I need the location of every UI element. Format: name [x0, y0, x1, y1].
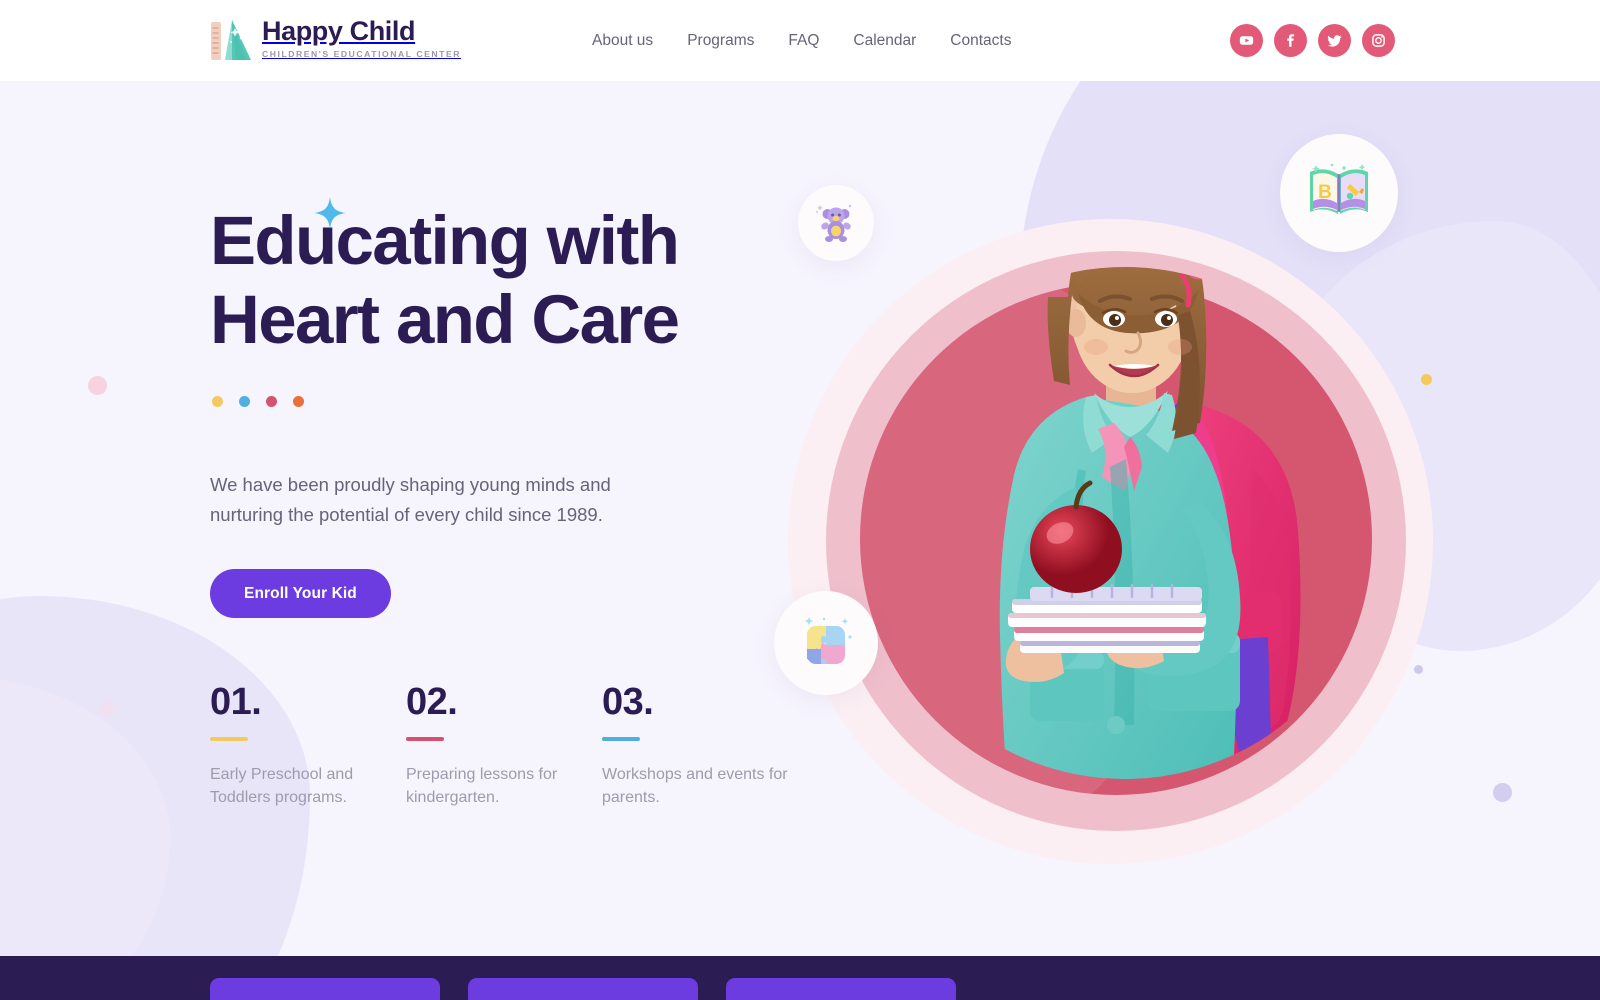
slider-dot-1[interactable] [212, 396, 223, 407]
slider-dots [210, 396, 830, 407]
feature-text: Preparing lessons for kindergarten. [406, 766, 558, 806]
nav-calendar[interactable]: Calendar [836, 32, 933, 50]
badge-open-book: B [1280, 134, 1398, 252]
svg-text:B: B [1318, 182, 1332, 203]
feature-item-1: 01. Early Preschool and Toddlers program… [210, 680, 406, 809]
hero-section: B Educating with Heart and Care We have … [0, 81, 1600, 956]
facebook-icon[interactable] [1274, 24, 1307, 57]
deco-dot-lavender-large [1493, 783, 1512, 802]
page-title-line-2: Heart and Care [210, 281, 680, 358]
feature-text: Workshops and events for parents. [602, 766, 788, 806]
feature-underline [602, 737, 640, 741]
hero-photo-girl [999, 267, 1301, 779]
deco-star-pink [92, 694, 122, 729]
brand-title: Happy Child [262, 16, 416, 46]
sparkle-star-icon [314, 166, 346, 245]
twitter-icon[interactable] [1318, 24, 1351, 57]
social-links [1230, 24, 1395, 57]
feature-underline [210, 737, 248, 741]
feature-text: Early Preschool and Toddlers programs. [210, 766, 354, 806]
feature-underline [406, 737, 444, 741]
feature-number: 02. [406, 681, 458, 723]
slider-dot-4[interactable] [293, 396, 304, 407]
bottom-card-1[interactable] [210, 978, 440, 1000]
instagram-icon[interactable] [1362, 24, 1395, 57]
brand-subtitle: CHILDREN'S EDUCATIONAL CENTER [262, 49, 461, 59]
feature-item-3: 03. Workshops and events for parents. [602, 680, 798, 809]
feature-number: 03. [602, 681, 654, 723]
open-book-icon: B [1306, 160, 1372, 227]
feature-number: 01. [210, 681, 262, 723]
ruler-and-triangle-icon [210, 16, 254, 64]
enroll-your-kid-button[interactable]: Enroll Your Kid [210, 569, 391, 618]
nav-programs[interactable]: Programs [670, 32, 771, 50]
page-title: Educating with Heart and Care [210, 197, 830, 359]
slider-dot-3[interactable] [266, 396, 277, 407]
nav-contacts[interactable]: Contacts [933, 32, 1028, 50]
site-header: Happy Child CHILDREN'S EDUCATIONAL CENTE… [0, 0, 1600, 81]
bottom-card-3[interactable] [726, 978, 956, 1000]
hero-image-block: B [770, 134, 1470, 881]
page-title-line-1: Educating with [210, 202, 680, 279]
next-section-cards [210, 978, 956, 1000]
deco-dot-pink-left [88, 376, 107, 395]
feature-list: 01. Early Preschool and Toddlers program… [210, 680, 830, 809]
youtube-icon[interactable] [1230, 24, 1263, 57]
nav-about-us[interactable]: About us [592, 32, 670, 50]
slider-dot-2[interactable] [239, 396, 250, 407]
bottom-card-2[interactable] [468, 978, 698, 1000]
page-root: Happy Child CHILDREN'S EDUCATIONAL CENTE… [0, 0, 1600, 1000]
main-navigation: About us Programs FAQ Calendar Contacts [592, 0, 1028, 81]
hero-content: Educating with Heart and Care We have be… [210, 197, 830, 809]
brand-logo[interactable]: Happy Child CHILDREN'S EDUCATIONAL CENTE… [210, 14, 461, 64]
next-section-strip [0, 956, 1600, 1000]
feature-item-2: 02. Preparing lessons for kindergarten. [406, 680, 602, 809]
nav-faq[interactable]: FAQ [771, 32, 836, 50]
hero-lead-text: We have been proudly shaping young minds… [210, 474, 611, 525]
